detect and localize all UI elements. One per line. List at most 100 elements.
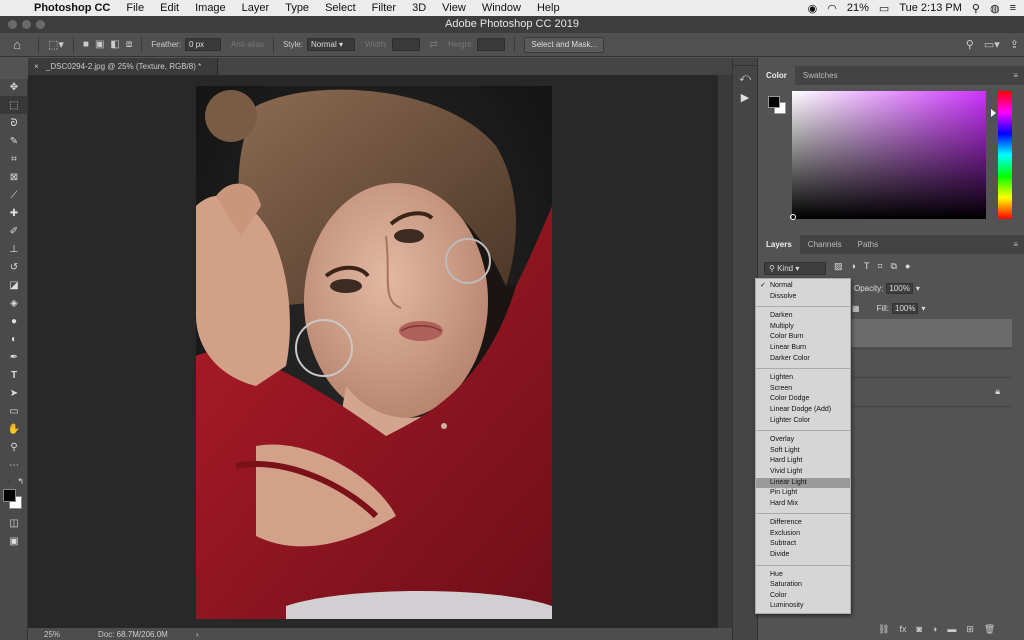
layer-row-texture[interactable] <box>848 319 1012 347</box>
blend-mode-difference[interactable]: Difference <box>756 518 850 529</box>
screen-mode-icon[interactable]: ▣ <box>0 532 28 550</box>
lock-pixels-icon[interactable]: ▦ <box>852 304 860 313</box>
opacity-dropdown-icon[interactable]: ▾ <box>916 284 920 293</box>
brush-tool-icon[interactable]: ✐ <box>0 222 28 240</box>
home-icon[interactable]: ⌂ <box>0 33 34 57</box>
blend-mode-linear-light[interactable]: Linear Light <box>756 477 850 489</box>
blend-mode-darken[interactable]: Darken <box>756 311 850 322</box>
actions-play-icon[interactable]: ▶ <box>733 91 757 104</box>
tab-layers[interactable]: Layers <box>758 235 800 254</box>
menu-edit[interactable]: Edit <box>152 0 187 16</box>
blend-mode-linear-dodge-add[interactable]: Linear Dodge (Add) <box>756 405 850 416</box>
fill-dropdown-icon[interactable]: ▾ <box>921 304 925 313</box>
eyedropper-tool-icon[interactable]: ⟋ <box>0 186 28 204</box>
creative-cloud-icon[interactable]: ◉ <box>808 2 818 15</box>
rectangle-tool-icon[interactable]: ▭ <box>0 402 28 420</box>
blend-mode-overlay[interactable]: Overlay <box>756 435 850 446</box>
zoom-window-icon[interactable] <box>36 20 45 29</box>
link-layers-icon[interactable]: ⛓︎ <box>878 624 889 635</box>
select-and-mask-button[interactable]: Select and Mask... <box>524 36 605 53</box>
new-selection-icon[interactable]: ■ <box>83 39 89 50</box>
menu-file[interactable]: File <box>118 0 152 16</box>
close-tab-icon[interactable]: × <box>34 62 39 71</box>
tab-channels[interactable]: Channels <box>800 235 850 254</box>
blur-tool-icon[interactable]: ● <box>0 312 28 330</box>
blend-mode-exclusion[interactable]: Exclusion <box>756 529 850 540</box>
blend-mode-subtract[interactable]: Subtract <box>756 539 850 550</box>
menu-filter[interactable]: Filter <box>364 0 404 16</box>
blend-mode-hard-mix[interactable]: Hard Mix <box>756 499 850 510</box>
layers-panel-menu-icon[interactable]: ≡ <box>1013 235 1018 254</box>
swap-colors-icon[interactable]: ↰ <box>17 477 24 486</box>
menu-layer[interactable]: Layer <box>234 0 278 16</box>
blend-mode-hue[interactable]: Hue <box>756 570 850 581</box>
workspace-icon[interactable]: ▭▾ <box>984 38 1000 51</box>
blend-mode-saturation[interactable]: Saturation <box>756 580 850 591</box>
anti-alias-checkbox[interactable]: Anti-alias <box>226 33 269 57</box>
add-to-selection-icon[interactable]: ▣ <box>95 39 104 50</box>
app-menu[interactable]: Photoshop CC <box>30 2 118 14</box>
subtract-from-selection-icon[interactable]: ◧ <box>110 39 119 50</box>
new-adjustment-layer-icon[interactable]: ◑ <box>932 624 937 635</box>
tab-swatches[interactable]: Swatches <box>795 66 846 85</box>
menu-type[interactable]: Type <box>277 0 317 16</box>
quick-selection-tool-icon[interactable]: ✎ <box>0 132 28 150</box>
wifi-icon[interactable]: ◠ <box>827 2 837 15</box>
filter-smart-object-icon[interactable]: ⧉ <box>891 261 897 272</box>
eraser-tool-icon[interactable]: ◪ <box>0 276 28 294</box>
hue-slider-pointer-icon[interactable] <box>991 109 996 117</box>
fill-input[interactable]: 100% <box>892 303 919 314</box>
marquee-tool-preset-icon[interactable]: ⬚▾ <box>43 33 69 57</box>
blend-mode-lighter-color[interactable]: Lighter Color <box>756 416 850 427</box>
menu-list-icon[interactable]: ≡ <box>1010 2 1016 14</box>
layer-row-background[interactable]: 🔒︎ <box>848 377 1012 407</box>
delete-layer-icon[interactable]: 🗑︎ <box>984 624 995 635</box>
height-input[interactable] <box>477 38 506 51</box>
quick-mask-icon[interactable]: ◫ <box>0 514 28 532</box>
menu-image[interactable]: Image <box>187 0 234 16</box>
dodge-tool-icon[interactable]: ◐ <box>0 330 28 348</box>
intersect-selection-icon[interactable]: ⧈ <box>126 39 132 50</box>
blend-mode-soft-light[interactable]: Soft Light <box>756 446 850 457</box>
blend-mode-divide[interactable]: Divide <box>756 550 850 561</box>
new-group-icon[interactable]: ▬ <box>947 624 956 635</box>
spotlight-search-icon[interactable]: ⚲ <box>972 2 980 15</box>
tab-color[interactable]: Color <box>758 66 795 85</box>
filter-type-icon[interactable]: T <box>864 261 870 272</box>
canvas-area[interactable] <box>28 75 718 628</box>
filter-shape-icon[interactable]: ⌗ <box>877 261 882 272</box>
blend-mode-multiply[interactable]: Multiply <box>756 322 850 333</box>
foreground-color-swatch[interactable] <box>3 489 16 502</box>
edit-toolbar-icon[interactable]: ⋯ <box>0 456 28 474</box>
document-tab[interactable]: × _DSC0294-2.jpg @ 25% (Texture, RGB/8) … <box>28 58 218 75</box>
zoom-tool-icon[interactable]: ⚲ <box>0 438 28 456</box>
document-image[interactable] <box>196 86 552 619</box>
blend-mode-vivid-light[interactable]: Vivid Light <box>756 467 850 478</box>
path-selection-tool-icon[interactable]: ➤ <box>0 384 28 402</box>
blend-mode-color-burn[interactable]: Color Burn <box>756 332 850 343</box>
paint-bucket-tool-icon[interactable]: ◈ <box>0 294 28 312</box>
blend-mode-color[interactable]: Color <box>756 591 850 602</box>
blend-mode-color-dodge[interactable]: Color Dodge <box>756 394 850 405</box>
blend-mode-lighten[interactable]: Lighten <box>756 373 850 384</box>
blend-mode-dissolve[interactable]: Dissolve <box>756 292 850 303</box>
filter-adjustment-icon[interactable]: ◑ <box>851 261 856 272</box>
search-icon[interactable]: ⚲ <box>966 38 974 51</box>
tab-paths[interactable]: Paths <box>850 235 886 254</box>
menu-3d[interactable]: 3D <box>404 0 434 16</box>
feather-input[interactable]: 0 px <box>185 38 222 51</box>
clock[interactable]: Tue 2:13 PM <box>899 2 962 14</box>
layer-filter-kind-select[interactable]: ⚲ Kind ▾ <box>764 262 826 275</box>
move-tool-icon[interactable]: ✥ <box>0 78 28 96</box>
history-panel-icon[interactable]: ⤺ <box>733 72 757 85</box>
minimize-window-icon[interactable] <box>22 20 31 29</box>
hue-slider[interactable] <box>998 91 1012 219</box>
close-window-icon[interactable] <box>8 20 17 29</box>
share-icon[interactable]: ⇪ <box>1010 38 1019 51</box>
color-panel-fg-swatch[interactable] <box>768 96 780 108</box>
menu-view[interactable]: View <box>434 0 474 16</box>
layer-style-fx-icon[interactable]: fx <box>899 624 906 635</box>
color-field[interactable] <box>792 91 986 219</box>
hand-tool-icon[interactable]: ✋ <box>0 420 28 438</box>
crop-tool-icon[interactable]: ⌗ <box>0 150 28 168</box>
